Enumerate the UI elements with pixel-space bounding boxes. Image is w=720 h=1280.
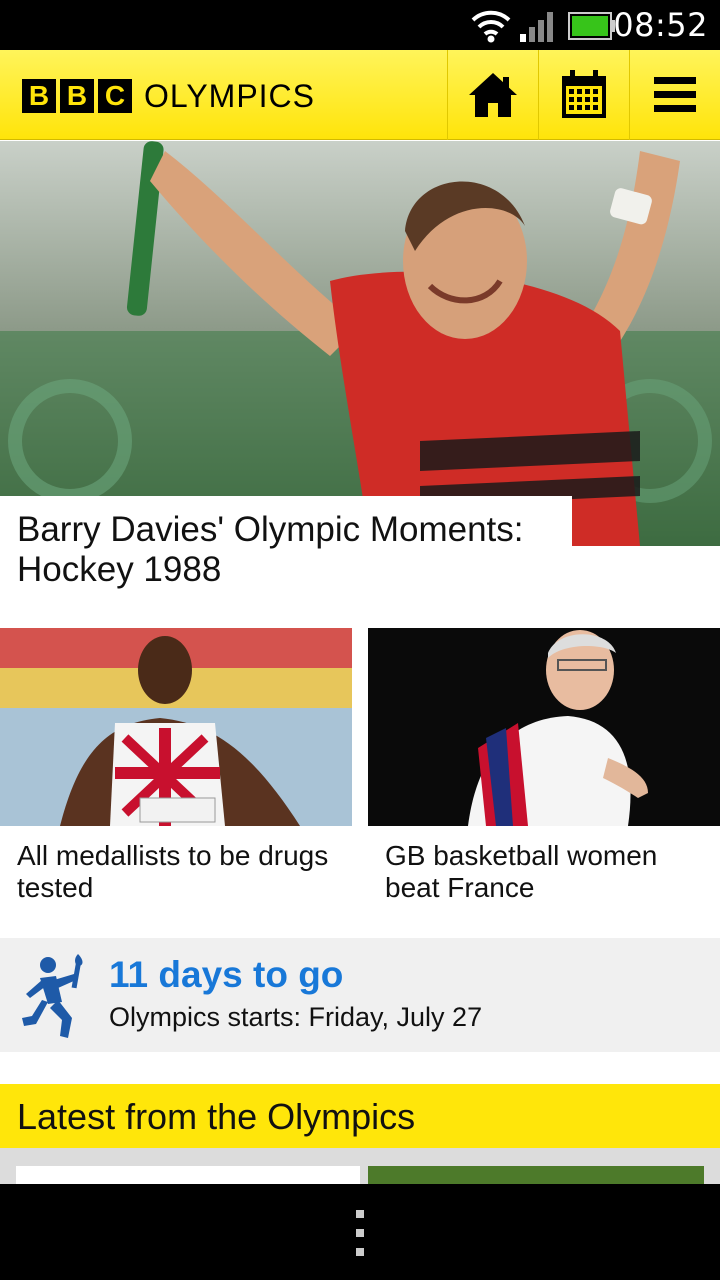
hockey-player-photo	[0, 141, 720, 546]
countdown-panel[interactable]: 11 days to go Olympics starts: Friday, J…	[0, 938, 720, 1052]
hero-image[interactable]	[0, 141, 720, 546]
logo-text: OLYMPICS	[144, 77, 315, 114]
sprinter-photo	[0, 628, 352, 826]
logo-letter: B	[22, 79, 56, 113]
app-header: B B C OLYMPICS	[0, 50, 720, 140]
story-image[interactable]	[368, 628, 720, 826]
story-title[interactable]: All medallists to be drugs tested	[0, 826, 352, 904]
list-item[interactable]	[16, 1166, 360, 1184]
menu-button[interactable]	[629, 50, 720, 140]
latest-section-header: Latest from the Olympics	[0, 1084, 720, 1148]
clock: 08:52	[613, 6, 708, 44]
hero-caption[interactable]: Barry Davies' Olympic Moments: Hockey 19…	[0, 496, 572, 606]
bbc-olympics-logo[interactable]: B B C OLYMPICS	[22, 78, 315, 114]
home-icon	[469, 73, 517, 117]
hero-title[interactable]: Barry Davies' Olympic Moments: Hockey 19…	[17, 510, 557, 590]
section-title: Latest from the Olympics	[17, 1096, 416, 1137]
story-card[interactable]: All medallists to be drugs tested	[0, 628, 352, 904]
story-image[interactable]	[0, 628, 352, 826]
story-card[interactable]: GB basketball women beat France	[368, 628, 720, 904]
hamburger-menu-icon	[654, 77, 696, 112]
battery-icon	[568, 12, 615, 40]
logo-letter: C	[98, 79, 132, 113]
story-title[interactable]: GB basketball women beat France	[368, 826, 720, 904]
torch-runner-icon	[22, 954, 83, 1038]
latest-list-preview	[0, 1148, 720, 1184]
countdown-subtitle: Olympics starts: Friday, July 27	[109, 1002, 483, 1032]
overflow-menu-icon[interactable]	[354, 1210, 366, 1256]
wifi-icon	[471, 10, 511, 43]
coach-photo	[368, 628, 720, 826]
calendar-icon	[562, 70, 606, 118]
navigation-bar	[0, 1184, 720, 1280]
status-bar: 08:52	[0, 0, 720, 50]
calendar-button[interactable]	[538, 50, 629, 140]
list-item[interactable]	[368, 1166, 704, 1184]
logo-letter: B	[60, 79, 94, 113]
home-button[interactable]	[447, 50, 538, 140]
countdown-days: 11 days to go	[109, 954, 344, 995]
signal-icon	[520, 12, 553, 42]
